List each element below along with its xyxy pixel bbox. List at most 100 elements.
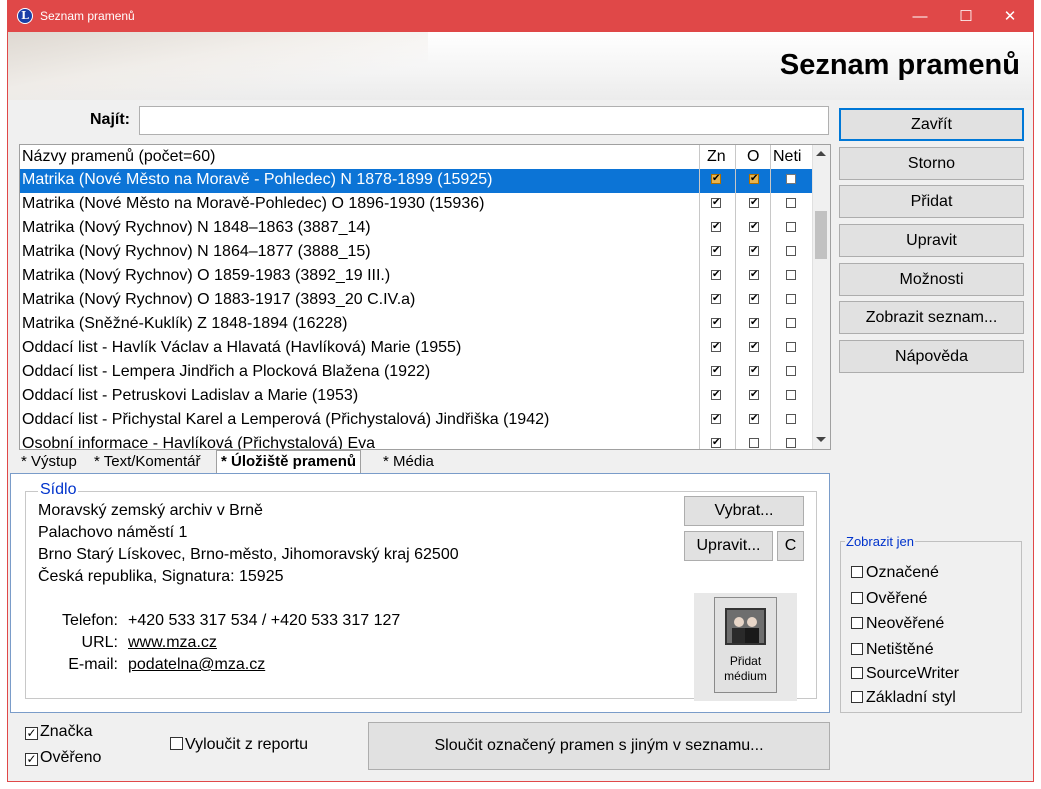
verified-checkbox[interactable]: ✔ xyxy=(749,198,759,208)
scroll-down-icon[interactable] xyxy=(816,437,826,442)
edit-button[interactable]: Upravit xyxy=(839,224,1024,257)
find-input[interactable] xyxy=(139,106,829,135)
source-row[interactable]: Matrika (Nový Rychnov) O 1859-1983 (3892… xyxy=(20,265,813,289)
help-button[interactable]: Nápověda xyxy=(839,340,1024,373)
source-row[interactable]: Matrika (Sněžné-Kuklík) Z 1848-1894 (162… xyxy=(20,313,813,337)
add-button[interactable]: Přidat xyxy=(839,185,1024,218)
minimize-icon[interactable]: — xyxy=(897,1,943,32)
checkbox-icon[interactable] xyxy=(170,737,183,750)
mark-checkbox[interactable]: ✓ Značka xyxy=(25,723,92,741)
clear-repository-button[interactable]: C xyxy=(777,531,804,561)
zn-checkbox[interactable]: ✔ xyxy=(711,366,721,376)
zn-checkbox[interactable]: ✔ xyxy=(711,294,721,304)
checkbox-icon[interactable]: ✓ xyxy=(25,753,38,766)
filter-sourcewriter[interactable]: SourceWriter xyxy=(851,665,959,683)
unprinted-checkbox[interactable] xyxy=(786,270,796,280)
show-list-button[interactable]: Zobrazit seznam... xyxy=(839,301,1024,334)
tab-output[interactable]: * Výstup xyxy=(17,451,81,473)
url-link[interactable]: www.mza.cz xyxy=(128,634,217,652)
zn-checkbox[interactable]: ✔ xyxy=(711,342,721,352)
add-media-button[interactable]: Přidat médium xyxy=(714,597,777,693)
unprinted-checkbox[interactable] xyxy=(786,390,796,400)
source-name: Osobní informace - Havlíková (Přichystal… xyxy=(22,435,376,450)
scroll-thumb[interactable] xyxy=(815,211,827,259)
unprinted-checkbox[interactable] xyxy=(786,414,796,424)
checkbox-icon[interactable] xyxy=(851,592,863,604)
zn-checkbox[interactable]: ✔ xyxy=(711,198,721,208)
column-header-name[interactable]: Názvy pramenů (počet=60) xyxy=(22,148,215,166)
choose-repository-button[interactable]: Vybrat... xyxy=(684,496,804,526)
zn-checkbox[interactable]: ✔ xyxy=(711,246,721,256)
unprinted-checkbox[interactable] xyxy=(786,222,796,232)
verified-checkbox[interactable]: ✔ xyxy=(749,246,759,256)
tab-repository[interactable]: * Úložiště pramenů xyxy=(216,450,362,475)
merge-button[interactable]: Sloučit označený pramen s jiným v seznam… xyxy=(368,722,830,770)
checkbox-icon[interactable] xyxy=(851,643,863,655)
list-scrollbar[interactable] xyxy=(812,145,830,449)
source-row[interactable]: Oddací list - Přichystal Karel a Lempero… xyxy=(20,409,813,433)
checkbox-icon[interactable] xyxy=(851,566,863,578)
unprinted-checkbox[interactable] xyxy=(786,342,796,352)
verified-checkbox[interactable]: ✔ xyxy=(749,294,759,304)
source-row[interactable]: Matrika (Nové Město na Moravě - Pohledec… xyxy=(20,169,813,193)
tab-media[interactable]: * Média xyxy=(379,451,438,473)
close-icon[interactable]: ✕ xyxy=(987,1,1033,32)
verified-checkbox[interactable]: ✔ xyxy=(749,318,759,328)
verified-checkbox[interactable]: ✔ xyxy=(749,366,759,376)
verified-checkbox[interactable]: ✔ xyxy=(749,270,759,280)
zn-checkbox[interactable]: ✔ xyxy=(711,174,721,184)
source-row[interactable]: Oddací list - Havlík Václav a Hlavatá (H… xyxy=(20,337,813,361)
tab-text-comment[interactable]: * Text/Komentář xyxy=(90,451,204,473)
zn-checkbox[interactable]: ✔ xyxy=(711,318,721,328)
unprinted-checkbox[interactable] xyxy=(786,318,796,328)
verified-checkbox[interactable]: ✔ xyxy=(749,390,759,400)
checkbox-icon[interactable] xyxy=(851,691,863,703)
unprinted-checkbox[interactable] xyxy=(786,366,796,376)
zn-checkbox[interactable]: ✔ xyxy=(711,270,721,280)
verified-checkbox[interactable]: ✔ xyxy=(749,174,759,184)
zn-checkbox[interactable]: ✔ xyxy=(711,438,721,448)
unprinted-checkbox[interactable] xyxy=(786,294,796,304)
unprinted-checkbox[interactable] xyxy=(786,246,796,256)
zn-checkbox[interactable]: ✔ xyxy=(711,414,721,424)
verified-checkbox[interactable] xyxy=(749,438,759,448)
cancel-button[interactable]: Storno xyxy=(839,147,1024,180)
filter-marked[interactable]: Označené xyxy=(851,564,939,582)
checkbox-icon[interactable] xyxy=(851,617,863,629)
filter-unverified[interactable]: Neověřené xyxy=(851,615,944,633)
close-button[interactable]: Zavřít xyxy=(839,108,1024,141)
filter-unprinted[interactable]: Netištěné xyxy=(851,641,934,659)
verified-checkbox[interactable]: ✔ xyxy=(749,414,759,424)
options-button[interactable]: Možnosti xyxy=(839,263,1024,296)
filter-verified[interactable]: Ověřené xyxy=(851,590,927,608)
filter-basic-style[interactable]: Základní styl xyxy=(851,689,956,707)
checkbox-icon[interactable]: ✓ xyxy=(25,727,38,740)
edit-repository-button[interactable]: Upravit... xyxy=(684,531,773,561)
source-row[interactable]: Oddací list - Lempera Jindřich a Plockov… xyxy=(20,361,813,385)
source-row[interactable]: Matrika (Nový Rychnov) N 1864–1877 (3888… xyxy=(20,241,813,265)
column-header-o[interactable]: O xyxy=(747,148,759,166)
scroll-up-icon[interactable] xyxy=(816,151,826,156)
zn-checkbox[interactable]: ✔ xyxy=(711,222,721,232)
maximize-icon[interactable]: ☐ xyxy=(943,1,989,32)
sources-window: L Seznam pramenů — ☐ ✕ Seznam pramenů Na… xyxy=(7,0,1034,782)
source-row[interactable]: Matrika (Nové Město na Moravě-Pohledec) … xyxy=(20,193,813,217)
source-row[interactable]: Oddací list - Petruskovi Ladislav a Mari… xyxy=(20,385,813,409)
exclude-checkbox[interactable]: Vyloučit z reportu xyxy=(170,736,308,754)
verified-checkbox[interactable]: ✔ xyxy=(749,342,759,352)
column-header-neti[interactable]: Neti xyxy=(773,148,801,166)
verified-checkbox[interactable]: ✔ xyxy=(749,222,759,232)
unprinted-checkbox[interactable] xyxy=(786,174,796,184)
title-bar[interactable]: L Seznam pramenů — ☐ ✕ xyxy=(8,1,1033,32)
email-link[interactable]: podatelna@mza.cz xyxy=(128,656,265,674)
sources-list[interactable]: Názvy pramenů (počet=60) Zn O Neti Matri… xyxy=(19,144,831,450)
column-header-zn[interactable]: Zn xyxy=(707,148,726,166)
checkbox-icon[interactable] xyxy=(851,667,863,679)
source-row[interactable]: Osobní informace - Havlíková (Přichystal… xyxy=(20,433,813,450)
source-row[interactable]: Matrika (Nový Rychnov) N 1848–1863 (3887… xyxy=(20,217,813,241)
unprinted-checkbox[interactable] xyxy=(786,198,796,208)
source-row[interactable]: Matrika (Nový Rychnov) O 1883-1917 (3893… xyxy=(20,289,813,313)
unprinted-checkbox[interactable] xyxy=(786,438,796,448)
verified-checkbox[interactable]: ✓ Ověřeno xyxy=(25,749,101,767)
zn-checkbox[interactable]: ✔ xyxy=(711,390,721,400)
